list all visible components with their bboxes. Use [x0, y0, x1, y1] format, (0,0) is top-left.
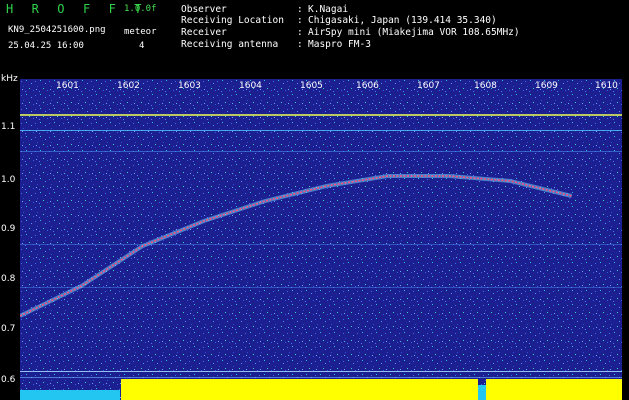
image-filename: KN9_2504251600.png: [8, 25, 106, 35]
spectrogram-plot: [20, 79, 622, 400]
signal-bar: [121, 379, 478, 400]
info-colon: :: [297, 15, 303, 26]
meteor-count: 4: [139, 41, 145, 51]
info-value-receiver: AirSpy mini (Miakejima VOR 108.65MHz): [308, 27, 520, 38]
signal-bar: [500, 379, 622, 400]
hroft-spectrogram-window: H R O F F T 1.0.0f KN9_2504251600.png me…: [0, 0, 629, 400]
x-tick-label: 1607: [417, 81, 440, 91]
x-tick-label: 1608: [474, 81, 497, 91]
info-colon: :: [297, 4, 303, 15]
y-tick-label: 1.0: [1, 175, 16, 185]
x-tick-label: 1601: [56, 81, 79, 91]
info-value-antenna: Maspro FM-3: [308, 39, 371, 50]
info-label-antenna: Receiving antenna: [181, 39, 279, 50]
interference-line: [20, 130, 622, 131]
interference-line: [20, 151, 622, 152]
y-tick-label: 0.8: [1, 274, 16, 284]
x-tick-label: 1606: [356, 81, 379, 91]
info-colon: :: [297, 39, 303, 50]
observation-datetime: 25.04.25 16:00: [8, 41, 84, 51]
info-label-receiver: Receiver: [181, 27, 227, 38]
x-tick-label: 1609: [535, 81, 558, 91]
x-tick-label: 1604: [239, 81, 262, 91]
interference-line: [20, 287, 622, 288]
y-tick-label: 0.6: [1, 375, 16, 385]
info-label-observer: Observer: [181, 4, 227, 15]
app-version: 1.0.0f: [124, 4, 157, 14]
x-tick-label: 1605: [300, 81, 323, 91]
interference-line: [20, 377, 622, 378]
info-colon: :: [297, 27, 303, 38]
signal-bar: [486, 379, 500, 400]
x-tick-label: 1610: [595, 81, 618, 91]
info-value-location: Chigasaki, Japan (139.414 35.340): [308, 15, 497, 26]
signal-low-segment: [20, 390, 120, 400]
x-tick-label: 1602: [117, 81, 140, 91]
meteor-label: meteor: [124, 27, 157, 37]
y-axis-unit: kHz: [1, 74, 18, 84]
signal-low-segment: [478, 385, 486, 400]
interference-line: [20, 371, 622, 372]
y-tick-label: 1.1: [1, 122, 16, 132]
interference-line: [20, 114, 622, 116]
info-value-observer: K.Nagai: [308, 4, 349, 15]
y-tick-label: 0.9: [1, 224, 16, 234]
noise-background: [20, 79, 622, 400]
y-tick-label: 0.7: [1, 324, 16, 334]
info-label-location: Receiving Location: [181, 15, 284, 26]
x-tick-label: 1603: [178, 81, 201, 91]
interference-line: [20, 244, 622, 245]
